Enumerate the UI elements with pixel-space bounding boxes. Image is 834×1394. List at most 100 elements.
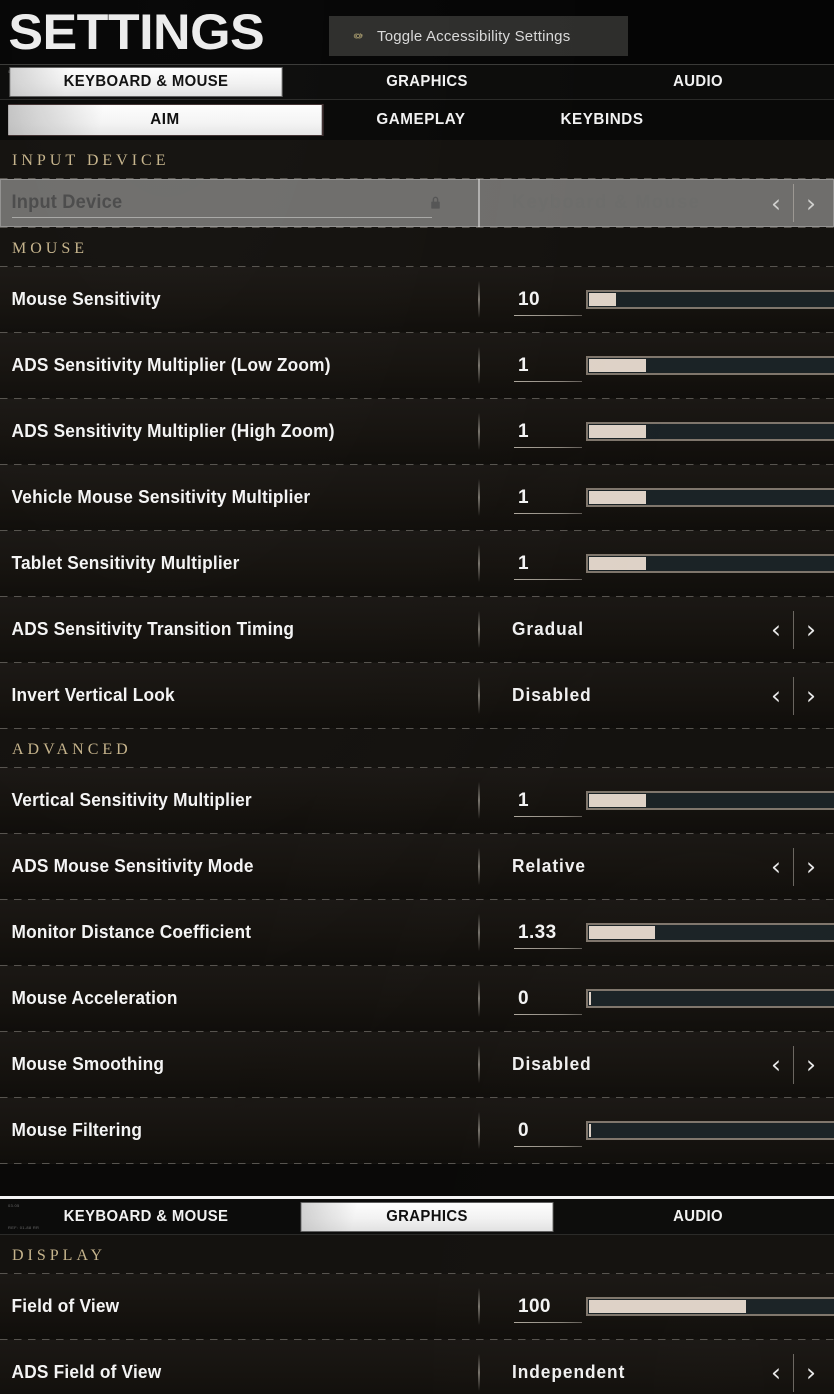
setting-label: ADS Sensitivity Multiplier (Low Zoom)	[11, 355, 331, 375]
dropdown-value: Keyboard & Mouse	[512, 192, 701, 213]
chevron-right-icon[interactable]: ›	[794, 683, 828, 708]
slider-track[interactable]	[586, 290, 834, 309]
setting-control[interactable]: 1	[478, 333, 834, 398]
chevron-right-icon[interactable]: ›	[794, 1052, 828, 1077]
setting-control[interactable]: 0	[478, 1098, 834, 1163]
setting-row[interactable]: ADS Sensitivity Multiplier (Low Zoom) 1	[0, 333, 834, 398]
value-field[interactable]: 1.33	[512, 921, 582, 949]
setting-row[interactable]: Mouse Filtering 0	[0, 1098, 834, 1163]
setting-control[interactable]: Disabled ‹ ›	[478, 663, 834, 728]
setting-control[interactable]: Gradual ‹ ›	[478, 597, 834, 662]
slider-fill	[589, 1124, 592, 1137]
control-divider	[478, 281, 480, 318]
value-field[interactable]: 1	[512, 553, 582, 580]
chevron-left-icon[interactable]: ‹	[759, 1052, 793, 1077]
control-divider	[478, 1354, 480, 1391]
chevron-left-icon[interactable]: ‹	[759, 1360, 793, 1385]
separator	[0, 728, 834, 729]
bottom-tab-audio[interactable]: AUDIO	[572, 1203, 825, 1231]
chevron-right-icon[interactable]: ›	[794, 617, 828, 642]
value-underline	[514, 815, 582, 817]
setting-control[interactable]: 1	[478, 465, 834, 530]
chevron-right-icon[interactable]: ›	[794, 191, 828, 216]
slider-track[interactable]	[586, 989, 834, 1008]
value-underline	[514, 578, 582, 580]
main-tab-bar: 03.05 KEYBOARD & MOUSEGRAPHICSAUDIO	[0, 64, 834, 100]
setting-label: Monitor Distance Coefficient	[11, 922, 252, 942]
chevron-left-icon[interactable]: ‹	[759, 854, 793, 879]
slider-track[interactable]	[586, 488, 834, 507]
setting-control[interactable]: 1	[478, 768, 834, 833]
value-text: 1.33	[518, 921, 557, 943]
setting-row[interactable]: Input Device Keyboard & Mouse ‹ ›	[0, 179, 834, 227]
setting-row[interactable]: Mouse Acceleration 0	[0, 966, 834, 1031]
setting-control[interactable]: Independent ‹ ›	[478, 1340, 834, 1394]
chevron-left-icon[interactable]: ‹	[759, 683, 793, 708]
slider-track[interactable]	[586, 923, 834, 942]
slider-track[interactable]	[586, 1121, 834, 1140]
slider-track[interactable]	[586, 1297, 834, 1316]
setting-control[interactable]: 1.33	[478, 900, 834, 965]
setting-control[interactable]: Keyboard & Mouse ‹ ›	[478, 179, 834, 227]
settings-list[interactable]: INPUT DEVICE Input Device Keyboard & Mouse…	[0, 140, 834, 1164]
locked-underline	[12, 217, 432, 218]
slider-track[interactable]	[586, 356, 834, 375]
setting-row[interactable]: Invert Vertical Look Disabled ‹ ›	[0, 663, 834, 728]
setting-control[interactable]: 1	[478, 399, 834, 464]
slider-track[interactable]	[586, 791, 834, 810]
bottom-tab-keyboard-mouse[interactable]: KEYBOARD & MOUSE	[10, 1203, 282, 1231]
tab-graphics[interactable]: GRAPHICS	[301, 68, 552, 96]
setting-label: ADS Mouse Sensitivity Mode	[11, 856, 254, 876]
setting-row[interactable]: Tablet Sensitivity Multiplier 1	[0, 531, 834, 596]
value-underline	[514, 1321, 582, 1323]
value-text: 1	[518, 354, 529, 376]
bottom-tab-graphics[interactable]: GRAPHICS	[301, 1202, 553, 1231]
setting-control[interactable]: Relative ‹ ›	[478, 834, 834, 899]
value-field[interactable]: 0	[512, 988, 582, 1015]
subtab-keybinds[interactable]: KEYBINDS	[517, 105, 688, 135]
value-field[interactable]: 1	[512, 421, 582, 448]
setting-row[interactable]: Vertical Sensitivity Multiplier 1	[0, 768, 834, 833]
slider-track[interactable]	[586, 422, 834, 441]
setting-row[interactable]: Field of View 100	[0, 1274, 834, 1339]
setting-row[interactable]: ADS Sensitivity Multiplier (High Zoom) 1	[0, 399, 834, 464]
value-field[interactable]: 1	[512, 790, 582, 817]
setting-row[interactable]: Vehicle Mouse Sensitivity Multiplier 1	[0, 465, 834, 530]
chevron-left-icon[interactable]: ‹	[759, 191, 793, 216]
value-text: 100	[518, 1295, 551, 1317]
value-field[interactable]: 100	[512, 1295, 582, 1323]
setting-control[interactable]: 0	[478, 966, 834, 1031]
setting-row[interactable]: ADS Field of View Independent ‹ ›	[0, 1340, 834, 1394]
setting-control[interactable]: Disabled ‹ ›	[478, 1032, 834, 1097]
value-field[interactable]: 0	[512, 1120, 582, 1147]
control-divider	[478, 848, 480, 885]
bottom-settings-list[interactable]: DISPLAY Field of View 100 ADS Field of View…	[0, 1235, 834, 1394]
setting-control[interactable]: 100	[478, 1274, 834, 1339]
subtab-gameplay[interactable]: GAMEPLAY	[335, 105, 508, 135]
setting-row[interactable]: ADS Mouse Sensitivity Mode Relative ‹ ›	[0, 834, 834, 899]
tab-audio[interactable]: AUDIO	[572, 68, 825, 96]
value-text: 10	[518, 288, 540, 310]
control-divider	[478, 1288, 480, 1325]
setting-row[interactable]: Monitor Distance Coefficient 1.33	[0, 900, 834, 965]
subtab-aim[interactable]: AIM	[8, 105, 322, 135]
secondary-settings-panel: 03.05 REF: 01-88 RR KEYBOARD & MOUSE GRAP…	[0, 1196, 834, 1394]
chevron-right-icon[interactable]: ›	[794, 1360, 828, 1385]
tab-keyboard-mouse[interactable]: KEYBOARD & MOUSE	[10, 68, 282, 96]
separator	[0, 227, 834, 228]
setting-control[interactable]: 10	[478, 267, 834, 332]
slider-track[interactable]	[586, 554, 834, 573]
chevron-left-icon[interactable]: ‹	[759, 617, 793, 642]
control-divider	[478, 1046, 480, 1083]
setting-row[interactable]: Mouse Sensitivity 10	[0, 267, 834, 332]
settings-screen: SETTINGS Toggle Accessibility Settings 0…	[0, 0, 834, 1394]
value-field[interactable]: 1	[512, 487, 582, 514]
chevron-right-icon[interactable]: ›	[794, 854, 828, 879]
toggle-accessibility-settings-button[interactable]: Toggle Accessibility Settings	[329, 16, 628, 56]
value-field[interactable]: 1	[512, 354, 582, 382]
control-divider	[478, 914, 480, 951]
setting-row[interactable]: Mouse Smoothing Disabled ‹ ›	[0, 1032, 834, 1097]
setting-row[interactable]: ADS Sensitivity Transition Timing Gradual…	[0, 597, 834, 662]
setting-control[interactable]: 1	[478, 531, 834, 596]
value-field[interactable]: 10	[512, 288, 582, 316]
